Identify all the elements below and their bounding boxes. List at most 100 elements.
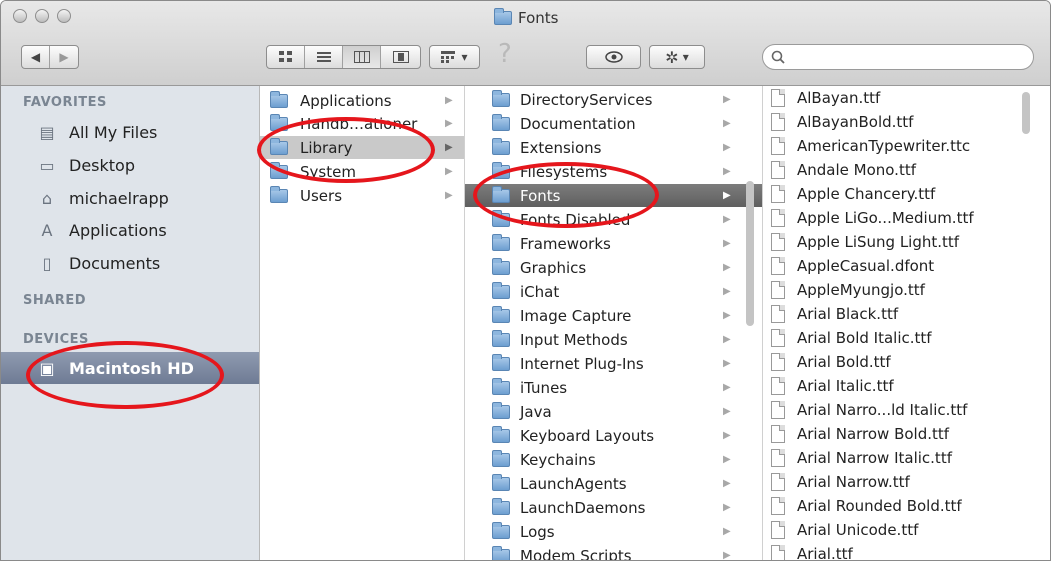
chevron-right-icon: ▶	[723, 358, 731, 369]
forward-button[interactable]: ▶	[50, 46, 78, 68]
list-item[interactable]: Arial Unicode.ttf	[763, 518, 1050, 541]
sidebar-item-applications[interactable]: A Applications	[1, 214, 259, 246]
sidebar-item-label: Applications	[69, 220, 167, 240]
list-item[interactable]: Arial Rounded Bold.ttf	[763, 494, 1050, 517]
sidebar-item-home[interactable]: ⌂ michaelrapp	[1, 182, 259, 214]
sidebar-item-documents[interactable]: ▯ Documents	[1, 247, 259, 279]
item-label: Keychains	[520, 450, 596, 469]
document-icon	[771, 473, 785, 491]
list-item[interactable]: Documentation ▶	[465, 112, 762, 135]
item-label: Modem Scripts	[520, 546, 632, 561]
list-item[interactable]: Graphics ▶	[465, 256, 762, 279]
hard-drive-icon: ▣	[39, 358, 55, 378]
list-item[interactable]: Applications ▶	[260, 89, 464, 112]
list-item-selected[interactable]: Fonts ▶	[465, 184, 762, 207]
list-item[interactable]: Keyboard Layouts ▶	[465, 424, 762, 447]
list-item[interactable]: AppleCasual.dfont	[763, 254, 1050, 277]
list-item[interactable]: Keychains ▶	[465, 448, 762, 471]
list-item[interactable]: Arial Narrow Italic.ttf	[763, 446, 1050, 469]
arrange-button[interactable]: ▾	[429, 45, 480, 69]
icon-view-button[interactable]	[267, 46, 305, 68]
action-menu-button[interactable]: ✲ ▾	[649, 45, 705, 69]
document-icon	[771, 329, 785, 347]
chevron-right-icon: ▶	[723, 166, 731, 177]
list-item[interactable]: Andale Mono.ttf	[763, 158, 1050, 181]
item-label: Arial Rounded Bold.ttf	[797, 496, 962, 515]
close-button[interactable]	[13, 9, 27, 23]
list-item[interactable]: LaunchDaemons ▶	[465, 496, 762, 519]
scrollbar-thumb[interactable]	[1022, 92, 1030, 134]
document-icon	[771, 305, 785, 323]
list-item[interactable]: Apple LiGo...Medium.ttf	[763, 206, 1050, 229]
list-item[interactable]: Frameworks ▶	[465, 232, 762, 255]
list-item[interactable]: Extensions ▶	[465, 136, 762, 159]
list-item[interactable]: Image Capture ▶	[465, 304, 762, 327]
back-button[interactable]: ◀	[22, 46, 51, 68]
list-item[interactable]: iTunes ▶	[465, 376, 762, 399]
item-label: Arial Narrow Italic.ttf	[797, 448, 952, 467]
list-item[interactable]: Arial Italic.ttf	[763, 374, 1050, 397]
list-item[interactable]: Filesystems ▶	[465, 160, 762, 183]
list-view-button[interactable]	[305, 46, 343, 68]
list-item-selected[interactable]: Library ▶	[260, 136, 464, 159]
list-item[interactable]: Arial Narrow Bold.ttf	[763, 422, 1050, 445]
list-item[interactable]: LaunchAgents ▶	[465, 472, 762, 495]
sidebar-item-desktop[interactable]: ▭ Desktop	[1, 149, 259, 181]
document-icon	[771, 185, 785, 203]
list-item[interactable]: AmericanTypewriter.ttc	[763, 134, 1050, 157]
list-item[interactable]: Users ▶	[260, 184, 464, 207]
list-item[interactable]: iChat ▶	[465, 280, 762, 303]
list-item[interactable]: Arial Bold Italic.ttf	[763, 326, 1050, 349]
search-icon	[771, 50, 785, 64]
list-item[interactable]: AppleMyungjo.ttf	[763, 278, 1050, 301]
item-label: Arial Black.ttf	[797, 304, 899, 323]
list-item[interactable]: Fonts Disabled ▶	[465, 208, 762, 231]
list-item[interactable]: Apple Chancery.ttf	[763, 182, 1050, 205]
minimize-button[interactable]	[35, 9, 49, 23]
sidebar-item-macintosh-hd[interactable]: ▣ Macintosh HD	[1, 352, 259, 384]
chevron-right-icon: ▶	[723, 550, 731, 561]
chevron-right-icon: ▶	[723, 502, 731, 513]
list-item[interactable]: Modem Scripts ▶	[465, 544, 762, 561]
applications-icon: A	[41, 220, 53, 240]
item-label: Filesystems	[520, 162, 608, 181]
back-forward-control: ◀ ▶	[21, 45, 79, 69]
list-item[interactable]: Arial Black.ttf	[763, 302, 1050, 325]
list-item[interactable]: Arial Narro...ld Italic.ttf	[763, 398, 1050, 421]
search-input[interactable]	[791, 48, 1025, 68]
list-item[interactable]: Handb…ationer ▶	[260, 112, 464, 135]
list-item[interactable]: Input Methods ▶	[465, 328, 762, 351]
quick-look-button[interactable]	[586, 45, 641, 69]
list-item[interactable]: Arial Bold.ttf	[763, 350, 1050, 373]
list-item[interactable]: Arial.ttf	[763, 542, 1050, 560]
item-label: AlBayanBold.ttf	[797, 112, 914, 131]
sidebar-item-all-my-files[interactable]: ▤ All My Files	[1, 116, 259, 148]
scrollbar-thumb[interactable]	[746, 181, 754, 326]
window-title-label: Fonts	[518, 9, 559, 27]
folder-icon	[492, 474, 510, 491]
list-item[interactable]: DirectoryServices ▶	[465, 88, 762, 111]
chevron-right-icon: ▶	[723, 454, 731, 465]
cover-flow-button[interactable]	[381, 46, 420, 68]
document-icon	[771, 137, 785, 155]
list-item[interactable]: Internet Plug-Ins ▶	[465, 352, 762, 375]
list-item[interactable]: AlBayanBold.ttf	[763, 110, 1050, 133]
folder-icon	[492, 546, 510, 560]
zoom-button[interactable]	[57, 9, 71, 23]
list-item[interactable]: System ▶	[260, 160, 464, 183]
column-view-button[interactable]	[343, 46, 381, 68]
gear-icon: ✲	[665, 47, 679, 67]
chevron-right-icon: ▶	[723, 286, 731, 297]
list-item[interactable]: Logs ▶	[465, 520, 762, 543]
toolbar: Fonts ◀ ▶ ▾ ? ✲ ▾	[1, 1, 1050, 86]
chevron-right-icon: ▶	[723, 214, 731, 225]
chevron-down-icon: ▾	[682, 50, 689, 64]
list-item[interactable]: Arial Narrow.ttf	[763, 470, 1050, 493]
list-item[interactable]: Apple LiSung Light.ttf	[763, 230, 1050, 253]
list-item[interactable]: Java ▶	[465, 400, 762, 423]
eye-icon	[604, 51, 623, 63]
search-field[interactable]	[762, 44, 1034, 70]
view-mode-control	[266, 45, 421, 69]
item-label: Arial Narro...ld Italic.ttf	[797, 400, 968, 419]
list-item[interactable]: AlBayan.ttf	[763, 86, 1050, 109]
